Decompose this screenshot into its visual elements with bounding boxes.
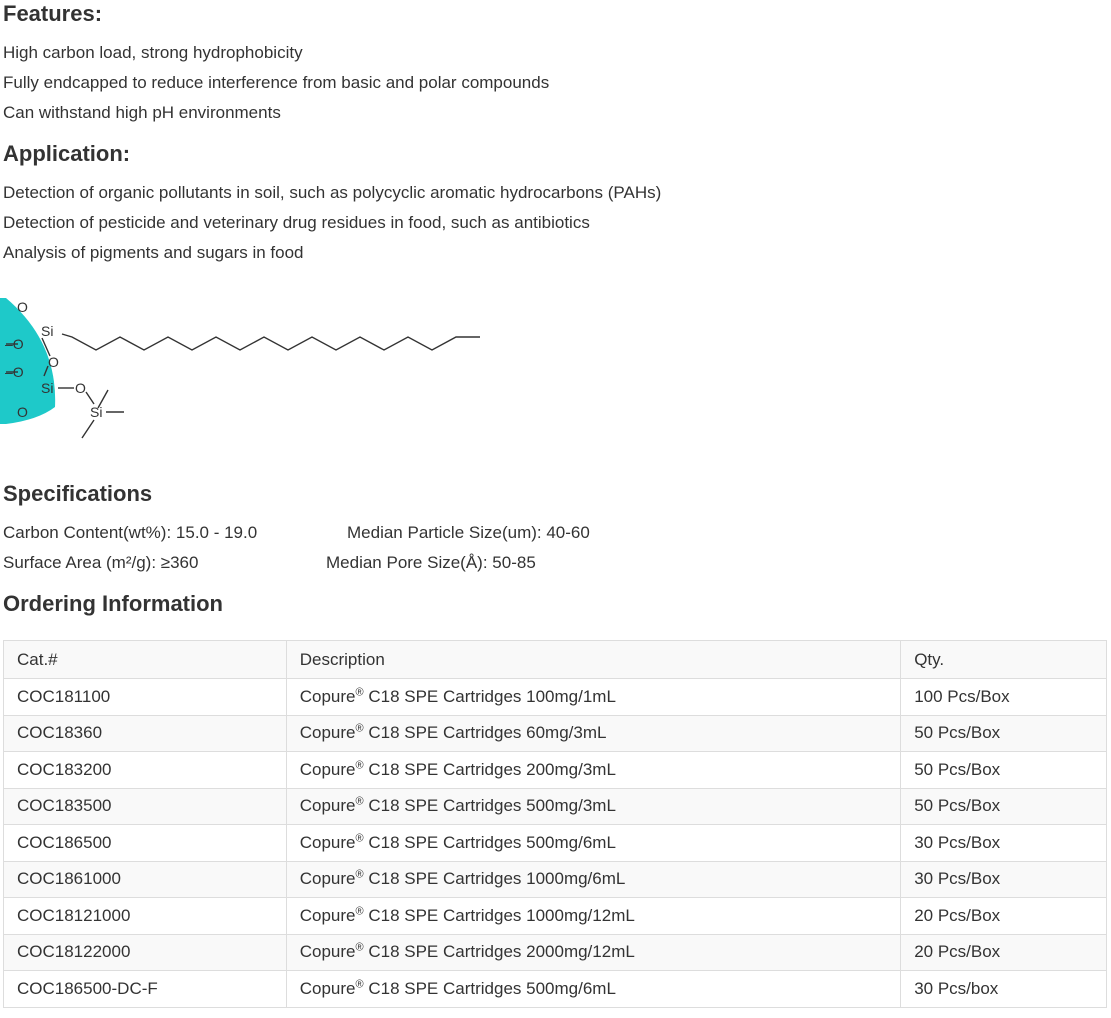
registered-mark: ® (355, 759, 364, 772)
brand-name: Copure (299, 796, 356, 816)
spec-carbon-content: Carbon Content(wt%): 15.0 - 19.0 (3, 523, 258, 542)
atom-si: Si (41, 323, 53, 339)
atom-si: Si (41, 380, 53, 396)
cell-description: Copure® C18 SPE Cartridges 1000mg/12mL (285, 897, 902, 935)
cell-description: Copure® C18 SPE Cartridges 2000mg/12mL (285, 933, 902, 971)
cell-cat: COC181100 (3, 678, 287, 716)
cell-cat: COC18122000 (3, 933, 287, 971)
c18-alkyl-chain (61, 333, 480, 351)
column-header-description: Description (285, 640, 902, 679)
application-item: Detection of organic pollutants in soil,… (3, 183, 662, 202)
cell-cat: COC186500-DC-F (3, 970, 287, 1008)
column-header-cat: Cat.# (3, 640, 287, 679)
table-row: COC18122000 Copure® C18 SPE Cartridges 20… (3, 933, 1107, 971)
features-heading: Features: (3, 1, 103, 26)
product-description: C18 SPE Cartridges 200mg/3mL (363, 759, 616, 779)
registered-mark: ® (355, 832, 364, 845)
atom-si: Si (90, 404, 102, 420)
brand-name: Copure (299, 978, 356, 998)
application-item: Detection of pesticide and veterinary dr… (3, 213, 590, 232)
feature-item: Can withstand high pH environments (3, 103, 281, 122)
cell-description: Copure® C18 SPE Cartridges 1000mg/6mL (285, 860, 902, 898)
cell-qty: 20 Pcs/Box (900, 933, 1107, 971)
cell-qty: 20 Pcs/Box (900, 897, 1107, 935)
product-description: C18 SPE Cartridges 500mg/6mL (363, 978, 616, 998)
cell-description: Copure® C18 SPE Cartridges 500mg/6mL (285, 970, 902, 1008)
registered-mark: ® (355, 686, 364, 699)
atom-o: O (75, 380, 86, 396)
atom-o: O (17, 404, 28, 420)
cell-cat: COC186500 (3, 824, 287, 862)
table-row: COC18360 Copure® C18 SPE Cartridges 60mg/… (3, 714, 1107, 752)
cell-qty: 30 Pcs/box (900, 970, 1107, 1008)
table-row: COC18121000 Copure® C18 SPE Cartridges 10… (3, 897, 1107, 935)
bond-o: –O (5, 336, 24, 352)
spec-particle-size: Median Particle Size(um): 40-60 (347, 523, 590, 542)
registered-mark: ® (355, 795, 364, 808)
cell-qty: 100 Pcs/Box (900, 678, 1107, 716)
application-item: Analysis of pigments and sugars in food (3, 243, 304, 262)
cell-description: Copure® C18 SPE Cartridges 500mg/6mL (285, 824, 902, 862)
brand-name: Copure (299, 759, 356, 779)
cell-cat: COC183200 (3, 751, 287, 789)
cell-description: Copure® C18 SPE Cartridges 100mg/1mL (285, 678, 902, 716)
brand-name: Copure (299, 905, 356, 925)
product-description: C18 SPE Cartridges 100mg/1mL (363, 686, 616, 706)
cell-description: Copure® C18 SPE Cartridges 60mg/3mL (285, 714, 902, 752)
cell-qty: 50 Pcs/Box (900, 787, 1107, 825)
cell-description: Copure® C18 SPE Cartridges 500mg/3mL (285, 787, 902, 825)
product-description: C18 SPE Cartridges 2000mg/12mL (363, 942, 635, 962)
registered-mark: ® (355, 868, 364, 881)
cell-qty: 50 Pcs/Box (900, 714, 1107, 752)
product-page: Features: High carbon load, strong hydro… (0, 0, 1111, 1018)
spec-surface-area: Surface Area (m²/g): ≥360 (3, 553, 199, 572)
cell-cat: COC18121000 (3, 897, 287, 935)
cell-qty: 30 Pcs/Box (900, 860, 1107, 898)
cell-cat: COC18360 (3, 714, 287, 752)
table-row: COC183200 Copure® C18 SPE Cartridges 200m… (3, 751, 1107, 789)
cell-cat: COC1861000 (3, 860, 287, 898)
cell-cat: COC183500 (3, 787, 287, 825)
product-description: C18 SPE Cartridges 500mg/6mL (363, 832, 616, 852)
brand-name: Copure (299, 723, 356, 743)
column-header-qty: Qty. (900, 640, 1107, 679)
atom-o: O (48, 354, 59, 370)
ordering-heading: Ordering Information (3, 591, 223, 616)
table-row: COC1861000 Copure® C18 SPE Cartridges 100… (3, 860, 1107, 898)
feature-item: Fully endcapped to reduce interference f… (3, 73, 550, 92)
table-row: COC183500 Copure® C18 SPE Cartridges 500m… (3, 787, 1107, 825)
brand-name: Copure (299, 869, 356, 889)
registered-mark: ® (355, 978, 364, 991)
brand-name: Copure (299, 832, 356, 852)
application-heading: Application: (3, 141, 131, 166)
table-row: COC186500 Copure® C18 SPE Cartridges 500m… (3, 824, 1107, 862)
registered-mark: ® (355, 941, 364, 954)
product-description: C18 SPE Cartridges 1000mg/6mL (363, 869, 626, 889)
table-row: COC181100 Copure® C18 SPE Cartridges 100m… (3, 678, 1107, 716)
cell-description: Copure® C18 SPE Cartridges 200mg/3mL (285, 751, 902, 789)
feature-item: High carbon load, strong hydrophobicity (3, 43, 303, 62)
brand-name: Copure (299, 942, 356, 962)
table-header-row: Cat.# Description Qty. (3, 640, 1107, 679)
specifications-heading: Specifications (3, 481, 153, 506)
atom-o: O (17, 299, 28, 315)
spec-pore-size: Median Pore Size(Å): 50-85 (326, 553, 536, 572)
product-description: C18 SPE Cartridges 500mg/3mL (363, 796, 616, 816)
c18-structure-diagram: O Si –O O –O Si O Si O (0, 298, 480, 439)
brand-name: Copure (299, 686, 356, 706)
cell-qty: 50 Pcs/Box (900, 751, 1107, 789)
registered-mark: ® (355, 722, 364, 735)
registered-mark: ® (355, 905, 364, 918)
cell-qty: 30 Pcs/Box (900, 824, 1107, 862)
bond-o: –O (5, 364, 24, 380)
ordering-table: Cat.# Description Qty. COC181100 Copure® … (3, 640, 1107, 1008)
product-description: C18 SPE Cartridges 1000mg/12mL (363, 905, 635, 925)
product-description: C18 SPE Cartridges 60mg/3mL (363, 723, 607, 743)
table-row: COC186500-DC-F Copure® C18 SPE Cartridges… (3, 970, 1107, 1008)
